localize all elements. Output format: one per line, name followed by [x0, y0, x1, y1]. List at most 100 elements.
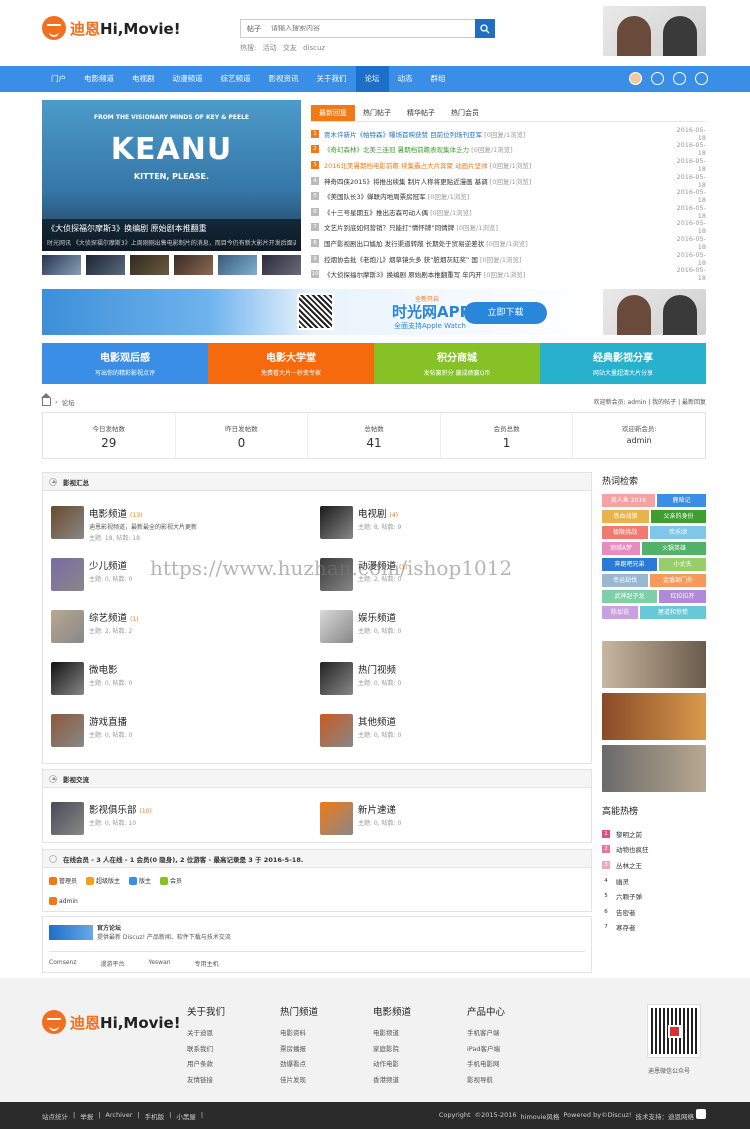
news-title[interactable]: 国产影视剧出口尴尬 发行渠道转敞 长期处于贸易逆差状 [0回复/1浏览]	[324, 238, 670, 248]
footer-link[interactable]: 香港频道	[373, 1074, 411, 1090]
hot-tag[interactable]: 幸运劫伐	[602, 574, 648, 587]
slider-thumb[interactable]	[218, 255, 257, 275]
rank-item[interactable]: 1 黎明之前	[602, 826, 706, 842]
side-movie-poster[interactable]	[602, 693, 706, 740]
hot-tag[interactable]: 金盾部门外	[650, 574, 706, 587]
news-title[interactable]: 《美国队长3》蝉联内地周票房冠军 [0回复/1浏览]	[324, 191, 670, 201]
forum-icon[interactable]	[51, 558, 84, 591]
feature-block[interactable]: 电影大学堂 免费看大片一秒变专家	[208, 343, 374, 384]
news-row[interactable]: 10 《大侦探福尔摩斯3》换编剧 原始剧本推翻重写 年内开 [0回复/1浏览] 20…	[311, 266, 706, 282]
footer-logo[interactable]: 迪恩Hi,Movie!	[42, 1010, 181, 1034]
feature-block[interactable]: 经典影视分享 网站大量超清大片分享	[540, 343, 706, 384]
news-title[interactable]: 文艺片到底如何营销？只能打“情怀牌”同情牌 [0回复/1浏览]	[324, 222, 670, 232]
forum-name[interactable]: 综艺频道 (1)	[89, 610, 139, 624]
hot-tag[interactable]: 武神赵子龙	[602, 590, 657, 603]
rank-item[interactable]: 4 幽灵	[602, 873, 706, 889]
hot-search-link[interactable]: 交友	[283, 44, 297, 52]
hot-tag[interactable]: 铁血战狼	[602, 510, 649, 523]
forum-icon[interactable]	[51, 662, 84, 695]
forum-name[interactable]: 娱乐频道	[358, 610, 401, 624]
forum-name[interactable]: 其他频道	[358, 714, 401, 728]
tab-latest-reply[interactable]: 最新回复	[311, 105, 355, 121]
news-row[interactable]: 1 贾木许新片《帕特森》曝场首映获赞 目前位列场刊亚军 [0回复/1浏览] 2016…	[311, 126, 706, 142]
tab-hot-members[interactable]: 热门会员	[443, 105, 487, 121]
hot-tag[interactable]: 陈如说	[602, 606, 638, 619]
news-title[interactable]: 2016北美暑期档电影前瞻 续集霸占大片奔聚 动画片坚帅 [0回复/1浏览]	[324, 160, 670, 170]
slider-thumb[interactable]	[86, 255, 125, 275]
footer-link[interactable]: 佳片发现	[280, 1074, 318, 1090]
footer-link[interactable]: 电影资料	[280, 1027, 318, 1043]
hot-tag[interactable]: 欢乐颂	[650, 526, 706, 539]
forum-name[interactable]: 游戏直播	[89, 714, 132, 728]
news-row[interactable]: 3 2016北美暑期档电影前瞻 续集霸占大片奔聚 动画片坚帅 [0回复/1浏览] 2…	[311, 157, 706, 173]
nav-item-news[interactable]: 影视资讯	[260, 66, 308, 92]
section-header[interactable]: 影视汇总	[43, 473, 591, 491]
tab-hot-posts[interactable]: 热门帖子	[355, 105, 399, 121]
section-header[interactable]: 影视交流	[43, 770, 591, 788]
footer-link[interactable]: 手机客户端	[467, 1027, 505, 1043]
rank-item[interactable]: 7 寒存者	[602, 920, 706, 936]
side-movie-poster[interactable]	[602, 641, 706, 688]
hot-tag[interactable]: 父亲的身份	[651, 510, 706, 523]
nav-item-about[interactable]: 关于我们	[308, 66, 356, 92]
hot-tag[interactable]: 屋道和惊慌	[640, 606, 706, 619]
slider-thumb[interactable]	[262, 255, 301, 275]
forum-item[interactable]: 其他频道 主题: 0, 帖数: 0	[320, 714, 401, 747]
hot-tag[interactable]: 奔跑吧兄弟	[602, 558, 657, 571]
news-row[interactable]: 2 《奇幻森林》北美三连冠 暑期档前瞻表现集体乏力 [0回复/1浏览] 2016-0…	[311, 141, 706, 157]
collapse-icon[interactable]	[49, 854, 57, 863]
news-title[interactable]: 控烟协会批《老炮儿》烟草镜头多 获“脏烟灰缸奖” 国 [0回复/1浏览]	[324, 254, 670, 264]
forum-name[interactable]: 少儿频道	[89, 558, 132, 572]
slider-thumb[interactable]	[174, 255, 213, 275]
bottom-link[interactable]: 小黑屋	[176, 1111, 196, 1121]
forum-icon[interactable]	[51, 506, 84, 539]
friend-link[interactable]: 漫游平台	[100, 959, 124, 968]
forum-name[interactable]: 影视俱乐部 (10)	[89, 802, 152, 816]
nav-item-groups[interactable]: 群组	[422, 66, 455, 92]
friend-link[interactable]: Yeswan	[149, 959, 171, 968]
rank-item[interactable]: 2 动物也疯狂	[602, 842, 706, 858]
forum-item[interactable]: 综艺频道 (1) 主题: 2, 帖数: 2	[51, 610, 139, 643]
nav-item-variety[interactable]: 综艺频道	[212, 66, 260, 92]
forum-icon[interactable]	[320, 714, 353, 747]
logout-icon[interactable]	[695, 72, 708, 85]
forum-item[interactable]: 少儿频道 主题: 0, 帖数: 0	[51, 558, 132, 591]
ad-portraits[interactable]	[603, 289, 706, 335]
forum-icon[interactable]	[320, 506, 353, 539]
collapse-icon[interactable]	[49, 477, 57, 486]
bottom-link[interactable]: 手机版	[145, 1111, 165, 1121]
search-button[interactable]	[475, 19, 495, 38]
nav-item-forum[interactable]: 论坛	[355, 66, 389, 92]
forum-item[interactable]: 娱乐频道 主题: 0, 帖数: 0	[320, 610, 401, 643]
footer-link[interactable]: 家庭影院	[373, 1043, 411, 1059]
feature-block[interactable]: 积分商城 发帖赢积分 赢成绩赢Q币	[374, 343, 540, 384]
collapse-icon[interactable]	[49, 774, 57, 783]
feature-block[interactable]: 电影观后感 写出你的精彩影视点评	[42, 343, 208, 384]
forum-item[interactable]: 游戏直播 主题: 0, 帖数: 0	[51, 714, 132, 747]
bottom-link[interactable]: 站点统计	[42, 1111, 68, 1121]
footer-link[interactable]: 友情链接	[187, 1074, 225, 1090]
hot-tag[interactable]: 琅琊A梦	[602, 542, 640, 555]
footer-link[interactable]: 票房播报	[280, 1043, 318, 1059]
forum-icon[interactable]	[51, 610, 84, 643]
hot-search-link[interactable]: discuz	[303, 44, 325, 52]
news-title[interactable]: 贾木许新片《帕特森》曝场首映获赞 目前位列场刊亚军 [0回复/1浏览]	[324, 129, 670, 139]
forum-item[interactable]: 电影频道 (13) 迪恩影视频道，最新最全的影视大片更新 主题: 18, 帖数: 1…	[51, 506, 197, 542]
forum-icon[interactable]	[51, 714, 84, 747]
hot-tag[interactable]: 鹿晗记	[657, 494, 706, 507]
slider-thumb[interactable]	[130, 255, 169, 275]
forum-name[interactable]: 电影频道 (13)	[89, 506, 197, 520]
rank-item[interactable]: 5 六颗子弹	[602, 888, 706, 904]
forum-item[interactable]: 微电影 主题: 0, 帖数: 0	[51, 662, 132, 695]
search-type-select[interactable]: 帖子	[241, 24, 271, 34]
rank-item[interactable]: 6 告密者	[602, 904, 706, 920]
news-title[interactable]: 《大侦探福尔摩斯3》换编剧 原始剧本推翻重写 年内开 [0回复/1浏览]	[324, 269, 670, 279]
featured-slider[interactable]: FROM THE VISIONARY MINDS OF KEY & PEELE …	[42, 100, 301, 251]
forum-icon[interactable]	[320, 802, 353, 835]
nav-item-tv[interactable]: 电视剧	[123, 66, 164, 92]
news-title[interactable]: 《十三号星期五》推出志森可动人偶 [0回复/1浏览]	[324, 207, 670, 217]
user-avatar[interactable]	[629, 72, 642, 85]
footer-link[interactable]: 劲爆看点	[280, 1058, 318, 1074]
bottom-link[interactable]: Archiver	[105, 1111, 132, 1121]
settings-gear-icon[interactable]	[673, 72, 686, 85]
